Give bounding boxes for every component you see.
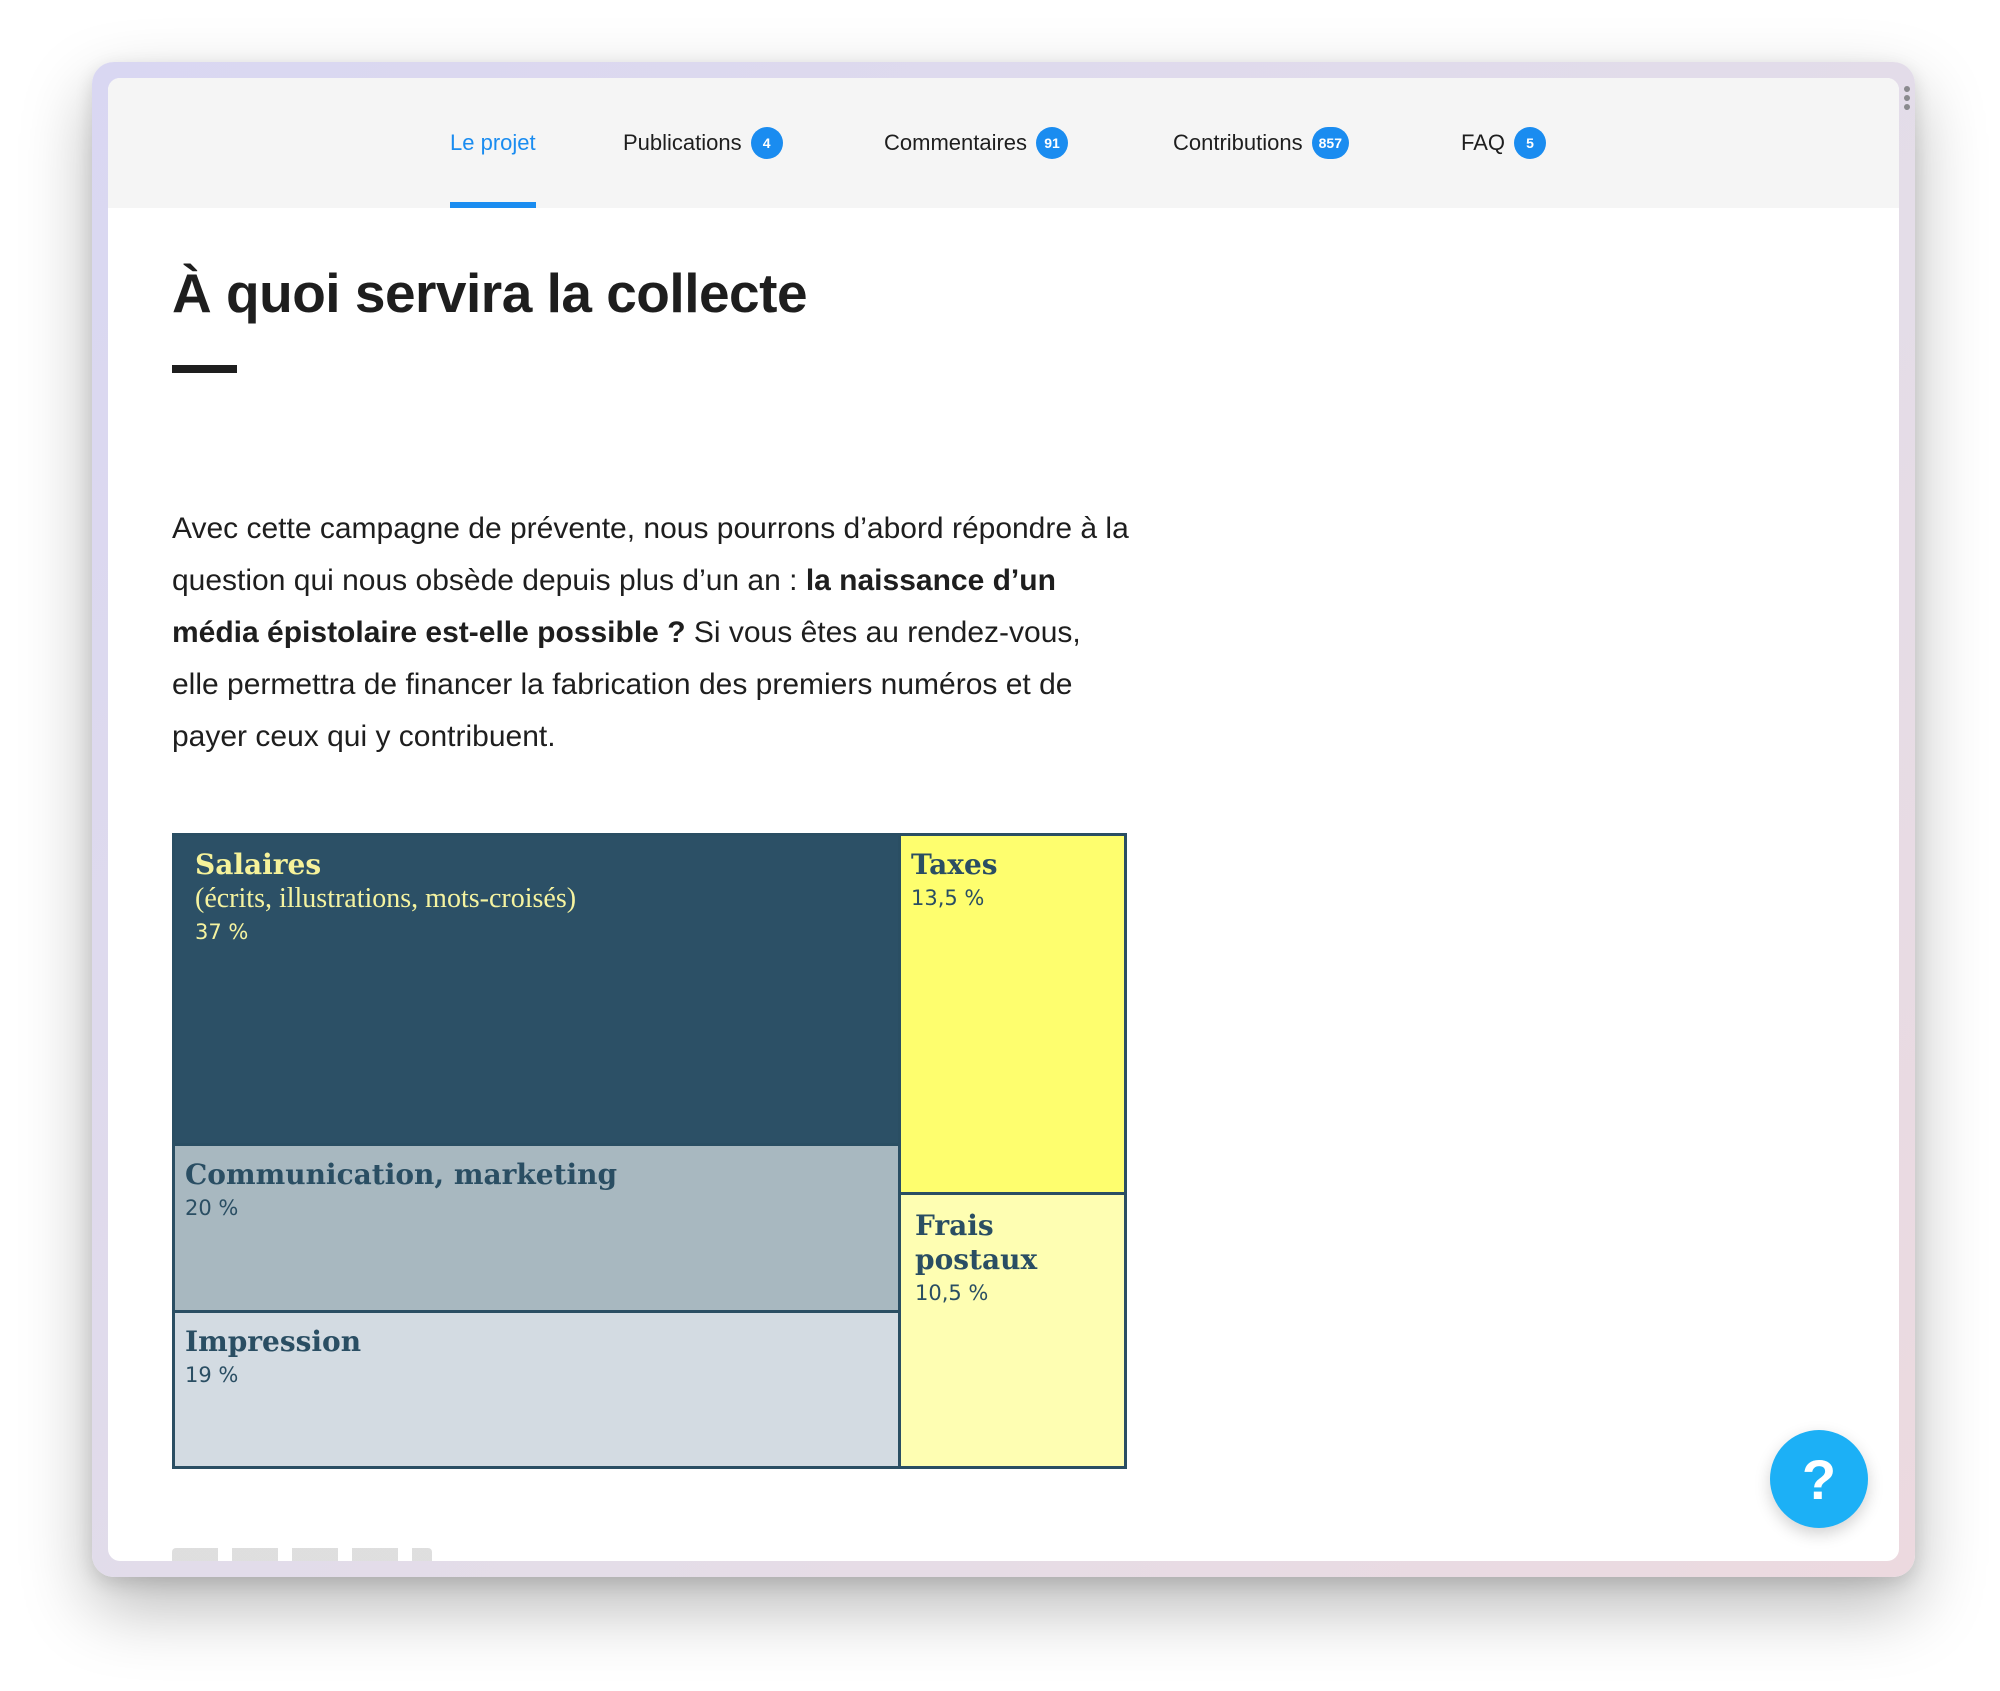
tab-label: Publications bbox=[623, 130, 742, 155]
intro-paragraph: Avec cette campagne de prévente, nous po… bbox=[172, 503, 1132, 763]
active-tab-indicator bbox=[450, 202, 536, 208]
help-button[interactable]: ? bbox=[1770, 1430, 1868, 1528]
title-underline bbox=[172, 365, 237, 373]
treemap-cell-taxes: Taxes 13,5 % bbox=[901, 836, 1124, 1192]
count-badge: 5 bbox=[1514, 127, 1547, 159]
cell-name-line2: postaux bbox=[915, 1243, 1038, 1276]
cell-name: Impression bbox=[185, 1325, 362, 1358]
treemap-cell-communication: Communication, marketing 20 % bbox=[175, 1146, 898, 1310]
project-tabs-nav: Le projet Publications 4 Commentaires 91… bbox=[108, 78, 1899, 208]
page-title: À quoi servira la collecte bbox=[172, 262, 808, 324]
count-badge: 4 bbox=[750, 127, 783, 159]
cell-percent: 10,5 % bbox=[915, 1281, 989, 1305]
window-menu-handle[interactable] bbox=[1903, 86, 1911, 114]
tab-label: Commentaires bbox=[884, 130, 1028, 155]
cell-name: Communication, marketing bbox=[185, 1158, 618, 1191]
cell-percent: 20 % bbox=[185, 1196, 239, 1220]
tab-commentaires[interactable]: Commentaires 91 bbox=[884, 78, 1069, 208]
cell-name: Salaires bbox=[195, 848, 322, 881]
count-badge: 91 bbox=[1036, 127, 1069, 159]
cell-name: Taxes bbox=[911, 848, 998, 881]
tab-label: FAQ bbox=[1461, 130, 1506, 155]
cell-percent: 37 % bbox=[195, 920, 249, 944]
count-badge: 857 bbox=[1311, 127, 1349, 159]
tab-faq[interactable]: FAQ 5 bbox=[1461, 78, 1547, 208]
tab-label: Contributions bbox=[1173, 130, 1303, 155]
treemap-cell-frais-postaux: Frais postaux 10,5 % bbox=[901, 1195, 1124, 1466]
tab-contributions[interactable]: Contributions 857 bbox=[1173, 78, 1349, 208]
browser-window: Le projet Publications 4 Commentaires 91… bbox=[108, 78, 1899, 1561]
cell-percent: 13,5 % bbox=[911, 886, 985, 910]
budget-treemap: Salaires (écrits, illustrations, mots-cr… bbox=[172, 833, 1127, 1469]
tab-label: Le projet bbox=[450, 130, 536, 155]
cell-percent: 19 % bbox=[185, 1363, 239, 1387]
treemap-cell-impression: Impression 19 % bbox=[175, 1313, 898, 1466]
tab-publications[interactable]: Publications 4 bbox=[623, 78, 783, 208]
next-section-heading-partial bbox=[172, 1548, 432, 1561]
treemap-cell-salaires: Salaires (écrits, illustrations, mots-cr… bbox=[175, 836, 898, 1143]
cell-name: Frais bbox=[915, 1209, 994, 1242]
cell-subtitle: (écrits, illustrations, mots-croisés) bbox=[195, 883, 577, 914]
tab-le-projet[interactable]: Le projet bbox=[450, 78, 536, 208]
